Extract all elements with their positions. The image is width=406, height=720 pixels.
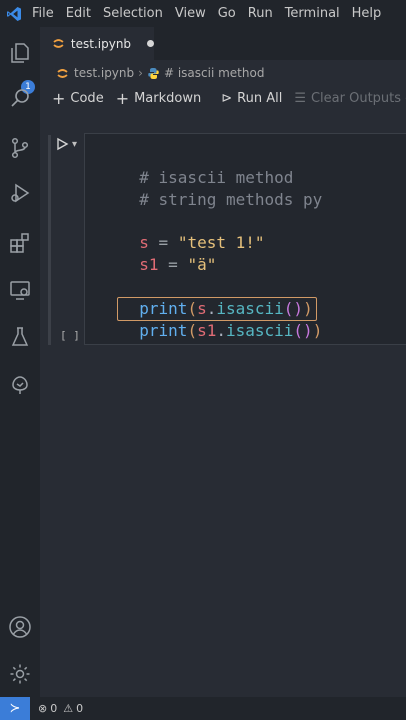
jupyter-icon — [53, 39, 64, 48]
run-all-label: Run All — [237, 90, 283, 106]
code-line-8[interactable]: print(s1.isascii()) — [120, 298, 322, 340]
warnings-status[interactable]: ⚠ 0 — [63, 702, 83, 715]
add-markdown-label: Markdown — [134, 90, 202, 106]
code-variable: s1 — [139, 255, 159, 274]
warning-count: 0 — [76, 702, 84, 715]
clear-all-icon: ☰ — [294, 90, 306, 106]
manage-icon[interactable] — [7, 661, 33, 687]
remote-explorer-icon[interactable] — [7, 277, 33, 303]
clear-outputs-label: Clear Outputs of A — [310, 90, 406, 106]
breadcrumb-file[interactable]: test.ipynb — [74, 66, 134, 80]
run-cell-icon[interactable] — [55, 137, 69, 151]
menu-help[interactable]: Help — [352, 6, 382, 21]
docker-icon[interactable] — [7, 371, 33, 397]
menu-go[interactable]: Go — [218, 6, 236, 21]
menu-run[interactable]: Run — [248, 6, 273, 21]
notebook-toolbar: + Code + Markdown ⊳ Run All ☰ Clear Outp… — [40, 86, 406, 110]
clear-outputs-button[interactable]: ☰ Clear Outputs of A — [294, 91, 406, 106]
plus-icon: + — [115, 88, 130, 108]
remote-indicator-button[interactable]: ≻ — [0, 697, 30, 720]
unsaved-dot-icon[interactable] — [147, 40, 154, 47]
python-icon — [148, 67, 159, 79]
add-markdown-button[interactable]: + Markdown — [116, 89, 202, 108]
code-method: isascii — [225, 321, 294, 340]
code-line-5[interactable]: s1 = "ä" — [120, 232, 216, 274]
extensions-icon[interactable] — [7, 230, 33, 256]
search-icon[interactable] — [7, 85, 33, 111]
breadcrumb-symbol[interactable]: # isascii method — [164, 66, 264, 80]
breadcrumb: test.ipynb › # isascii method — [40, 60, 406, 86]
menu-selection[interactable]: Selection — [103, 6, 163, 21]
chevron-down-icon[interactable]: ▾ — [72, 139, 77, 150]
chevron-right-icon: › — [138, 66, 143, 80]
cell-focus-indicator — [48, 135, 51, 345]
code-function: print — [139, 321, 188, 340]
code-line-1[interactable]: # isascii method — [120, 145, 293, 187]
testing-icon[interactable] — [7, 324, 33, 350]
code-paren: ( — [187, 321, 198, 340]
code-operator: = — [158, 255, 188, 274]
error-icon: ⊗ — [38, 702, 48, 715]
run-all-button[interactable]: ⊳ Run All — [221, 91, 282, 106]
menu-file[interactable]: File — [32, 6, 54, 21]
vscode-logo-icon — [7, 6, 21, 21]
accounts-icon[interactable] — [7, 614, 33, 640]
remote-icon: ≻ — [9, 701, 21, 716]
status-bar: ≻ ⊗ 0 ⚠ 0 — [0, 697, 406, 720]
activity-bar: 1 — [0, 27, 40, 697]
add-code-button[interactable]: + Code — [52, 89, 104, 108]
menu-view[interactable]: View — [175, 6, 206, 21]
execution-count: [ ] — [60, 329, 80, 342]
plus-icon: + — [52, 88, 66, 108]
explorer-icon[interactable] — [7, 40, 33, 66]
editor-tab-row: test.ipynb — [40, 27, 406, 60]
run-all-icon: ⊳ — [221, 90, 233, 106]
tab-test-ipynb[interactable]: test.ipynb — [40, 27, 154, 60]
run-debug-icon[interactable] — [7, 180, 33, 206]
code-paren: ) — [312, 321, 323, 340]
source-control-icon[interactable] — [7, 135, 33, 161]
code-paren: () — [293, 321, 313, 340]
warning-icon: ⚠ — [63, 702, 74, 715]
jupyter-icon — [57, 68, 68, 78]
code-dot: . — [216, 321, 226, 340]
code-variable: s1 — [197, 321, 217, 340]
code-line-7[interactable]: print(s.isascii()) — [120, 276, 312, 318]
tab-label: test.ipynb — [70, 36, 132, 51]
menu-terminal[interactable]: Terminal — [285, 6, 340, 21]
add-code-label: Code — [70, 90, 104, 106]
error-count: 0 — [50, 702, 58, 715]
code-comment: # string methods py — [139, 190, 323, 209]
code-line-2[interactable]: # string methods py — [120, 167, 322, 209]
code-string: "ä" — [187, 255, 217, 274]
problems-status[interactable]: ⊗ 0 — [38, 702, 57, 715]
code-line-4[interactable]: s = "test 1!" — [120, 210, 264, 252]
menu-edit[interactable]: Edit — [66, 6, 91, 21]
menu-bar: File Edit Selection View Go Run Terminal… — [0, 0, 406, 27]
